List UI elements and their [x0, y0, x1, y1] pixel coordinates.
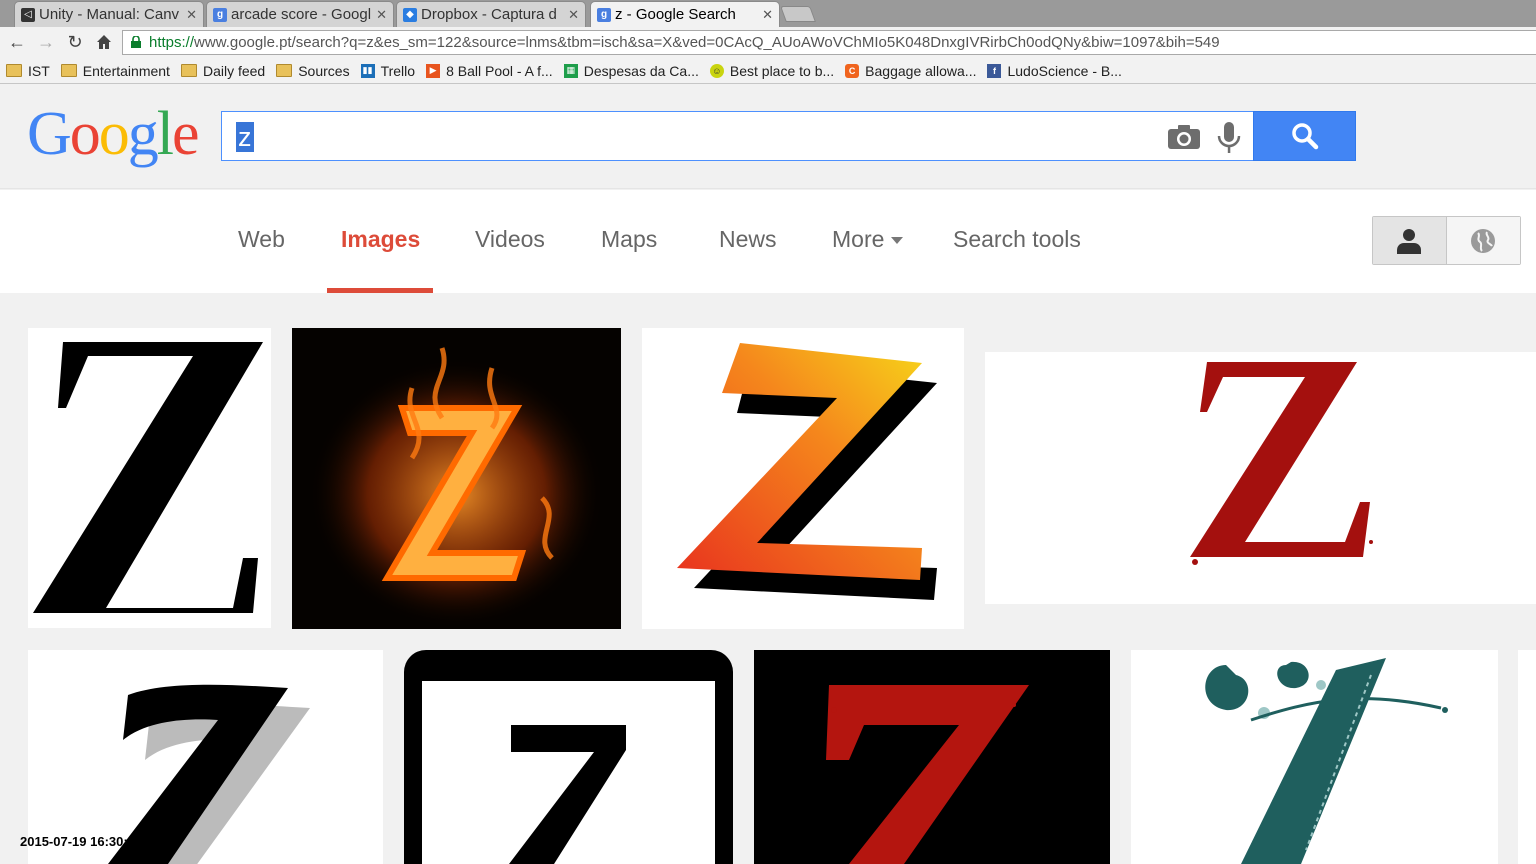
image-result-z-teal-ornate[interactable] — [1131, 650, 1498, 864]
lock-icon — [131, 36, 141, 48]
dropbox-icon: ◆ — [403, 7, 417, 22]
folder-icon — [276, 64, 293, 77]
google-icon: g — [597, 7, 611, 22]
search-query-text[interactable]: z — [236, 122, 254, 152]
bookmarks-bar: IST Entertainment Daily feed Sources ▮▮ T… — [0, 58, 1536, 84]
tab-videos[interactable]: Videos — [475, 226, 545, 253]
google-header: Google z — [0, 85, 1536, 189]
close-tab-icon[interactable]: ✕ — [186, 7, 197, 23]
bookmark-item[interactable]: f LudoScience - B... — [987, 63, 1122, 79]
trello-icon: ▮▮ — [360, 63, 375, 78]
orange-c-icon: C — [845, 63, 860, 78]
image-result-z-serif-black[interactable] — [28, 328, 271, 628]
bookmark-item[interactable]: Entertainment — [60, 63, 170, 79]
smiley-icon: ☺ — [709, 63, 724, 78]
browser-tab[interactable]: ◁ Unity - Manual: Canv ✕ — [14, 1, 204, 27]
personal-results-button[interactable] — [1373, 217, 1447, 264]
image-result-z-black-frame[interactable] — [404, 650, 733, 864]
forward-icon[interactable]: → — [35, 31, 57, 53]
bookmark-item[interactable]: ▶ 8 Ball Pool - A f... — [426, 63, 553, 79]
folder-icon — [60, 64, 77, 77]
tab-more[interactable]: More — [832, 226, 904, 253]
reload-icon[interactable]: ↻ — [64, 31, 86, 53]
timestamp-overlay: 2015-07-19 16:30:110 — [20, 834, 149, 849]
person-icon — [1397, 228, 1422, 254]
camera-icon[interactable] — [1167, 124, 1201, 150]
browser-tab[interactable]: ◆ Dropbox - Captura d ✕ — [396, 1, 586, 27]
image-result-z-red-grunge[interactable] — [985, 352, 1536, 604]
globe-icon — [1471, 228, 1496, 253]
close-tab-icon[interactable]: ✕ — [568, 7, 579, 23]
browser-toolbar: ← → ↻ https://www.google.pt/search?q=z&e… — [0, 27, 1536, 58]
home-icon[interactable] — [93, 31, 115, 53]
chevron-down-icon — [891, 237, 904, 245]
image-result-z-orange-brush[interactable] — [642, 328, 964, 629]
results-toggle — [1372, 216, 1521, 265]
play-icon: ▶ — [426, 63, 441, 78]
google-logo[interactable]: Google — [27, 103, 200, 165]
google-icon: g — [213, 7, 227, 22]
global-results-button[interactable] — [1446, 217, 1520, 264]
search-type-nav: Web Images Videos Maps News More Search … — [0, 190, 1536, 293]
bookmark-item[interactable]: Daily feed — [180, 63, 265, 79]
image-results-grid — [0, 293, 1536, 864]
folder-icon — [6, 64, 22, 77]
image-result-z-red-on-black[interactable] — [754, 650, 1110, 864]
close-tab-icon[interactable]: ✕ — [762, 7, 773, 23]
bookmark-item[interactable]: ▦ Despesas da Ca... — [563, 63, 699, 79]
close-tab-icon[interactable]: ✕ — [376, 7, 387, 23]
unity-icon: ◁ — [21, 7, 35, 22]
bookmark-item[interactable]: IST — [6, 63, 50, 79]
browser-tab-active[interactable]: g z - Google Search ✕ — [590, 1, 780, 27]
browser-tab[interactable]: g arcade score - Googl ✕ — [206, 1, 394, 27]
tab-images[interactable]: Images — [341, 226, 420, 253]
url-scheme: https:// — [149, 34, 195, 51]
bookmark-item[interactable]: ☺ Best place to b... — [709, 63, 834, 79]
sheets-icon: ▦ — [563, 63, 578, 78]
tab-maps[interactable]: Maps — [601, 226, 657, 253]
image-result-partial[interactable] — [1518, 650, 1536, 864]
search-tools-button[interactable]: Search tools — [953, 226, 1081, 253]
bookmark-item[interactable]: ▮▮ Trello — [360, 63, 415, 79]
url-text: www.google.pt/search?q=z&es_sm=122&sourc… — [194, 34, 1220, 51]
address-bar[interactable]: https://www.google.pt/search?q=z&es_sm=1… — [122, 30, 1536, 55]
search-button[interactable] — [1253, 111, 1356, 161]
image-result-z-black-shadow[interactable] — [28, 650, 383, 864]
search-icon — [1291, 123, 1318, 150]
tab-news[interactable]: News — [719, 226, 777, 253]
new-tab-button[interactable] — [780, 6, 816, 22]
folder-icon — [180, 64, 197, 77]
tab-more-label: More — [832, 226, 885, 252]
microphone-icon[interactable] — [1215, 121, 1243, 155]
image-result-z-fire[interactable] — [292, 328, 621, 629]
search-input[interactable]: z — [221, 111, 1254, 161]
tab-web[interactable]: Web — [238, 226, 285, 253]
back-icon[interactable]: ← — [6, 31, 28, 53]
bookmark-item[interactable]: C Baggage allowa... — [845, 63, 976, 79]
tab-strip: ◁ Unity - Manual: Canv ✕ g arcade score … — [0, 0, 1536, 27]
bookmark-item[interactable]: Sources — [276, 63, 350, 79]
facebook-icon: f — [987, 63, 1002, 78]
